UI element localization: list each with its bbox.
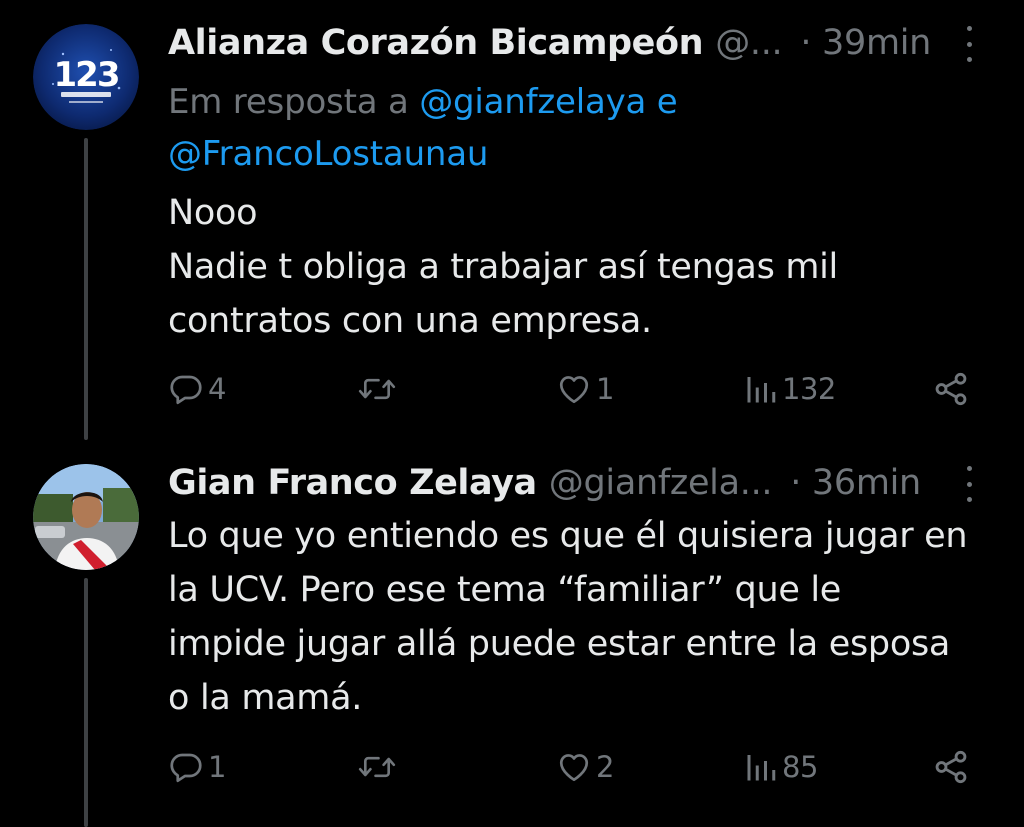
share-icon [935,750,967,784]
share-button[interactable] [932,367,970,411]
reply-button[interactable]: 4 [168,367,226,411]
reply-conjunction: e [656,82,678,122]
more-icon[interactable] [955,466,983,502]
avatar[interactable]: 123 [33,24,139,130]
tweet-text-line: Nooo [168,193,258,233]
reply-count: 1 [208,750,226,784]
reply-count: 4 [208,372,226,406]
retweet-button[interactable] [358,745,400,789]
action-bar: 1 2 85 [168,745,988,789]
avatar-photo-image [33,464,139,570]
heart-icon [559,376,589,404]
share-icon [935,372,967,406]
mention-link[interactable]: @gianfzelaya [419,82,646,122]
views-icon [747,755,776,781]
tweet-header: Gian Franco Zelaya @gianfzela... · 36min [168,458,921,508]
display-name[interactable]: Gian Franco Zelaya [168,463,537,503]
avatar[interactable] [33,464,139,570]
reply-icon [170,375,202,405]
tweet-text: Nooo Nadie t obliga a trabajar así tenga… [168,186,998,348]
avatar-logo-image: 123 [33,24,139,130]
timestamp[interactable]: · 36min [790,463,921,503]
views-button[interactable]: 132 [744,367,836,411]
mention-link[interactable]: @FrancoLostaunau [168,134,488,174]
tweet-header: Alianza Corazón Bicampeón @... · 39min [168,18,931,68]
tweet-text-line: Lo que yo entiendo es que él quisiera ju… [168,516,968,556]
handle[interactable]: @... [715,23,782,63]
retweet-icon [358,756,396,778]
tweet-text-line: contratos con una empresa. [168,301,652,341]
reply-context: Em resposta a @gianfzelaya e @FrancoLost… [168,76,948,180]
tweet[interactable]: Gian Franco Zelaya @gianfzela... · 36min… [0,440,1024,827]
display-name[interactable]: Alianza Corazón Bicampeón [168,23,704,63]
tweet-text: Lo que yo entiendo es que él quisiera ju… [168,509,998,725]
timeline: 123 Alianza Corazón Bicampeón @... · 39m… [0,0,1024,827]
tweet-text-line: o la mamá. [168,678,363,718]
action-bar: 4 1 132 [168,367,988,411]
tweet[interactable]: 123 Alianza Corazón Bicampeón @... · 39m… [0,0,1024,440]
tweet-text-line: Nadie t obliga a trabajar así tengas mil [168,247,838,287]
view-count: 85 [782,750,818,784]
thread-line [84,138,88,440]
retweet-icon [358,378,396,400]
like-count: 2 [596,750,614,784]
handle[interactable]: @gianfzela... [549,463,773,503]
heart-icon [559,754,589,782]
timestamp[interactable]: · 39min [800,23,931,63]
reply-button[interactable]: 1 [168,745,226,789]
svg-text:123: 123 [54,55,119,95]
view-count: 132 [782,372,836,406]
reply-icon [170,753,202,783]
thread-line [84,578,88,827]
tweet-text-line: la UCV. Pero ese tema “familiar” que le [168,570,842,610]
like-count: 1 [596,372,614,406]
like-button[interactable]: 1 [556,367,614,411]
views-icon [747,377,776,403]
more-icon[interactable] [955,26,983,62]
tweet-text-line: impide jugar allá puede estar entre la e… [168,624,951,664]
reply-prefix: Em resposta a [168,82,409,122]
like-button[interactable]: 2 [556,745,614,789]
retweet-button[interactable] [358,367,400,411]
views-button[interactable]: 85 [744,745,818,789]
share-button[interactable] [932,745,970,789]
